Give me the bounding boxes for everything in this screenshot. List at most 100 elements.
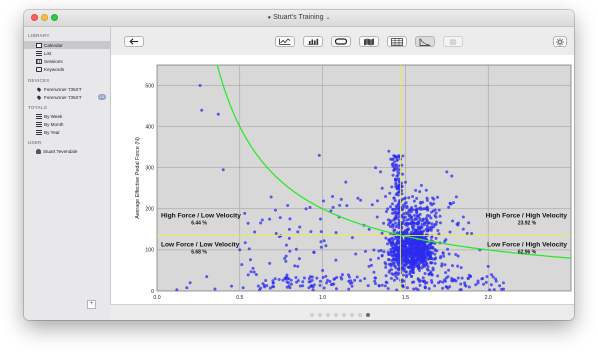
data-point bbox=[465, 231, 469, 235]
data-point bbox=[446, 275, 450, 279]
loop-view-button[interactable] bbox=[331, 36, 351, 47]
add-button[interactable]: + bbox=[87, 300, 96, 309]
sidebar-item-by-year[interactable]: By Year bbox=[24, 128, 110, 136]
data-point bbox=[470, 231, 474, 235]
data-point bbox=[418, 212, 422, 216]
page-dot[interactable] bbox=[334, 313, 338, 317]
minimize-window-button[interactable] bbox=[41, 14, 48, 21]
sidebar-item-by-week[interactable]: By Week bbox=[24, 112, 110, 120]
data-point bbox=[288, 217, 292, 221]
data-point bbox=[443, 279, 447, 283]
bar-chart-view-button[interactable] bbox=[303, 36, 323, 47]
data-point bbox=[301, 284, 305, 288]
data-point bbox=[390, 272, 394, 276]
window-title-group: ● Stuart's Training ⌄ bbox=[267, 10, 330, 26]
data-point bbox=[438, 280, 442, 284]
data-point bbox=[425, 198, 429, 202]
close-window-button[interactable] bbox=[31, 14, 38, 21]
data-point bbox=[427, 287, 431, 291]
data-point bbox=[394, 215, 398, 219]
data-point bbox=[390, 202, 394, 206]
data-point bbox=[419, 206, 423, 210]
data-point bbox=[405, 218, 409, 222]
page-dot[interactable] bbox=[358, 313, 362, 317]
sidebar-item-user[interactable]: Stuart Tevendale bbox=[24, 147, 110, 155]
sidebar-item-calendar[interactable]: Calendar bbox=[24, 41, 110, 49]
data-point bbox=[393, 155, 397, 159]
data-point bbox=[439, 254, 443, 258]
data-point bbox=[425, 213, 429, 217]
data-point bbox=[438, 221, 442, 225]
globe-view-button[interactable] bbox=[443, 36, 463, 47]
data-point bbox=[386, 207, 390, 211]
settings-button[interactable] bbox=[553, 36, 567, 47]
data-point bbox=[390, 268, 394, 272]
data-point bbox=[434, 215, 438, 219]
data-point bbox=[397, 211, 401, 215]
data-point bbox=[459, 266, 463, 270]
data-point bbox=[416, 252, 420, 256]
data-point bbox=[387, 149, 391, 153]
sidebar-item-device[interactable]: Forerunner 735XT 10 bbox=[24, 93, 110, 101]
y-tick-label: 100 bbox=[145, 248, 154, 254]
sidebar-item-sessions[interactable]: Sessions bbox=[24, 57, 110, 65]
data-point bbox=[243, 241, 247, 245]
page-dot[interactable] bbox=[350, 313, 354, 317]
list-icon bbox=[36, 121, 42, 127]
data-point bbox=[339, 197, 343, 201]
back-button[interactable] bbox=[124, 36, 144, 47]
data-point bbox=[401, 207, 405, 211]
data-point bbox=[331, 205, 335, 209]
sidebar-item-label: Forerunner 735XT bbox=[44, 94, 82, 100]
data-point bbox=[422, 229, 426, 233]
data-point bbox=[273, 277, 277, 281]
data-point bbox=[403, 260, 407, 264]
zoom-window-button[interactable] bbox=[51, 14, 58, 21]
data-point bbox=[380, 283, 384, 287]
page-dot[interactable] bbox=[366, 313, 370, 317]
sidebar-item-by-month[interactable]: By Month bbox=[24, 120, 110, 128]
data-point bbox=[407, 249, 411, 253]
map-view-button[interactable] bbox=[359, 36, 379, 47]
page-dot[interactable] bbox=[318, 313, 322, 317]
pin-icon bbox=[36, 94, 42, 100]
y-tick-label: 0 bbox=[151, 289, 154, 295]
data-point bbox=[369, 258, 373, 262]
chevron-down-icon[interactable]: ⌄ bbox=[325, 10, 330, 26]
data-point bbox=[382, 221, 386, 225]
data-point bbox=[430, 210, 434, 214]
data-point bbox=[395, 257, 399, 261]
line-chart-view-button[interactable] bbox=[275, 36, 295, 47]
sidebar-item-list[interactable]: List bbox=[24, 49, 110, 57]
data-point bbox=[394, 212, 398, 216]
data-point bbox=[347, 287, 351, 291]
data-point bbox=[426, 207, 430, 211]
data-point bbox=[283, 257, 287, 261]
sidebar-item-device[interactable]: Forerunner 735XT bbox=[24, 85, 110, 93]
data-point bbox=[293, 264, 297, 268]
data-point bbox=[377, 249, 381, 253]
table-view-button[interactable] bbox=[387, 36, 407, 47]
data-point bbox=[397, 268, 401, 272]
data-point bbox=[390, 262, 394, 266]
data-point bbox=[450, 174, 454, 178]
data-point bbox=[309, 230, 313, 234]
page-dot[interactable] bbox=[342, 313, 346, 317]
data-point bbox=[436, 195, 440, 199]
data-point bbox=[382, 250, 386, 254]
data-point bbox=[427, 221, 431, 225]
quadrant-view-button[interactable] bbox=[415, 36, 435, 47]
data-point bbox=[415, 248, 419, 252]
data-point bbox=[422, 255, 426, 259]
data-point bbox=[415, 217, 419, 221]
bottom-bar bbox=[110, 304, 574, 320]
sidebar-item-keywords[interactable]: Keywords bbox=[24, 65, 110, 73]
data-point bbox=[429, 257, 433, 261]
data-point bbox=[447, 205, 451, 209]
data-point bbox=[296, 264, 300, 268]
page-dot[interactable] bbox=[310, 313, 314, 317]
page-dot[interactable] bbox=[326, 313, 330, 317]
app-window: ● Stuart's Training ⌄ LIBRARY Calendar L… bbox=[24, 10, 574, 320]
data-point bbox=[302, 276, 306, 280]
data-point bbox=[444, 285, 448, 289]
